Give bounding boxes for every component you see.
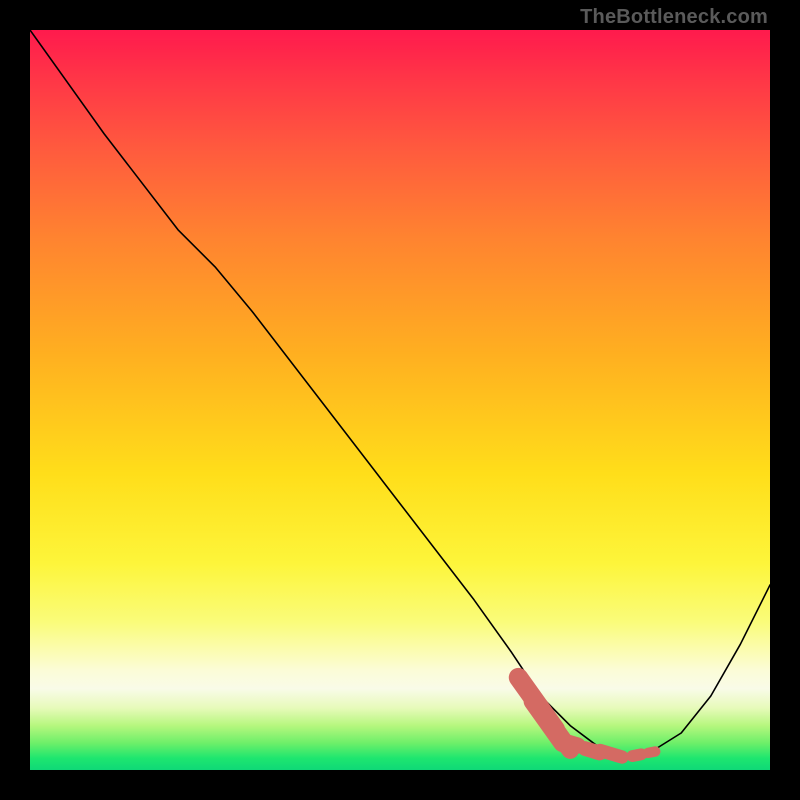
highlight-dashes: [518, 678, 655, 758]
dash-marker: [648, 752, 655, 753]
chart-frame: TheBottleneck.com: [0, 0, 800, 800]
dash-marker: [563, 741, 578, 745]
dash-marker: [600, 750, 622, 757]
brand-watermark: TheBottleneck.com: [580, 6, 768, 29]
dash-marker: [632, 754, 641, 756]
marker-svg: [30, 30, 770, 770]
plot-area: [30, 30, 770, 770]
